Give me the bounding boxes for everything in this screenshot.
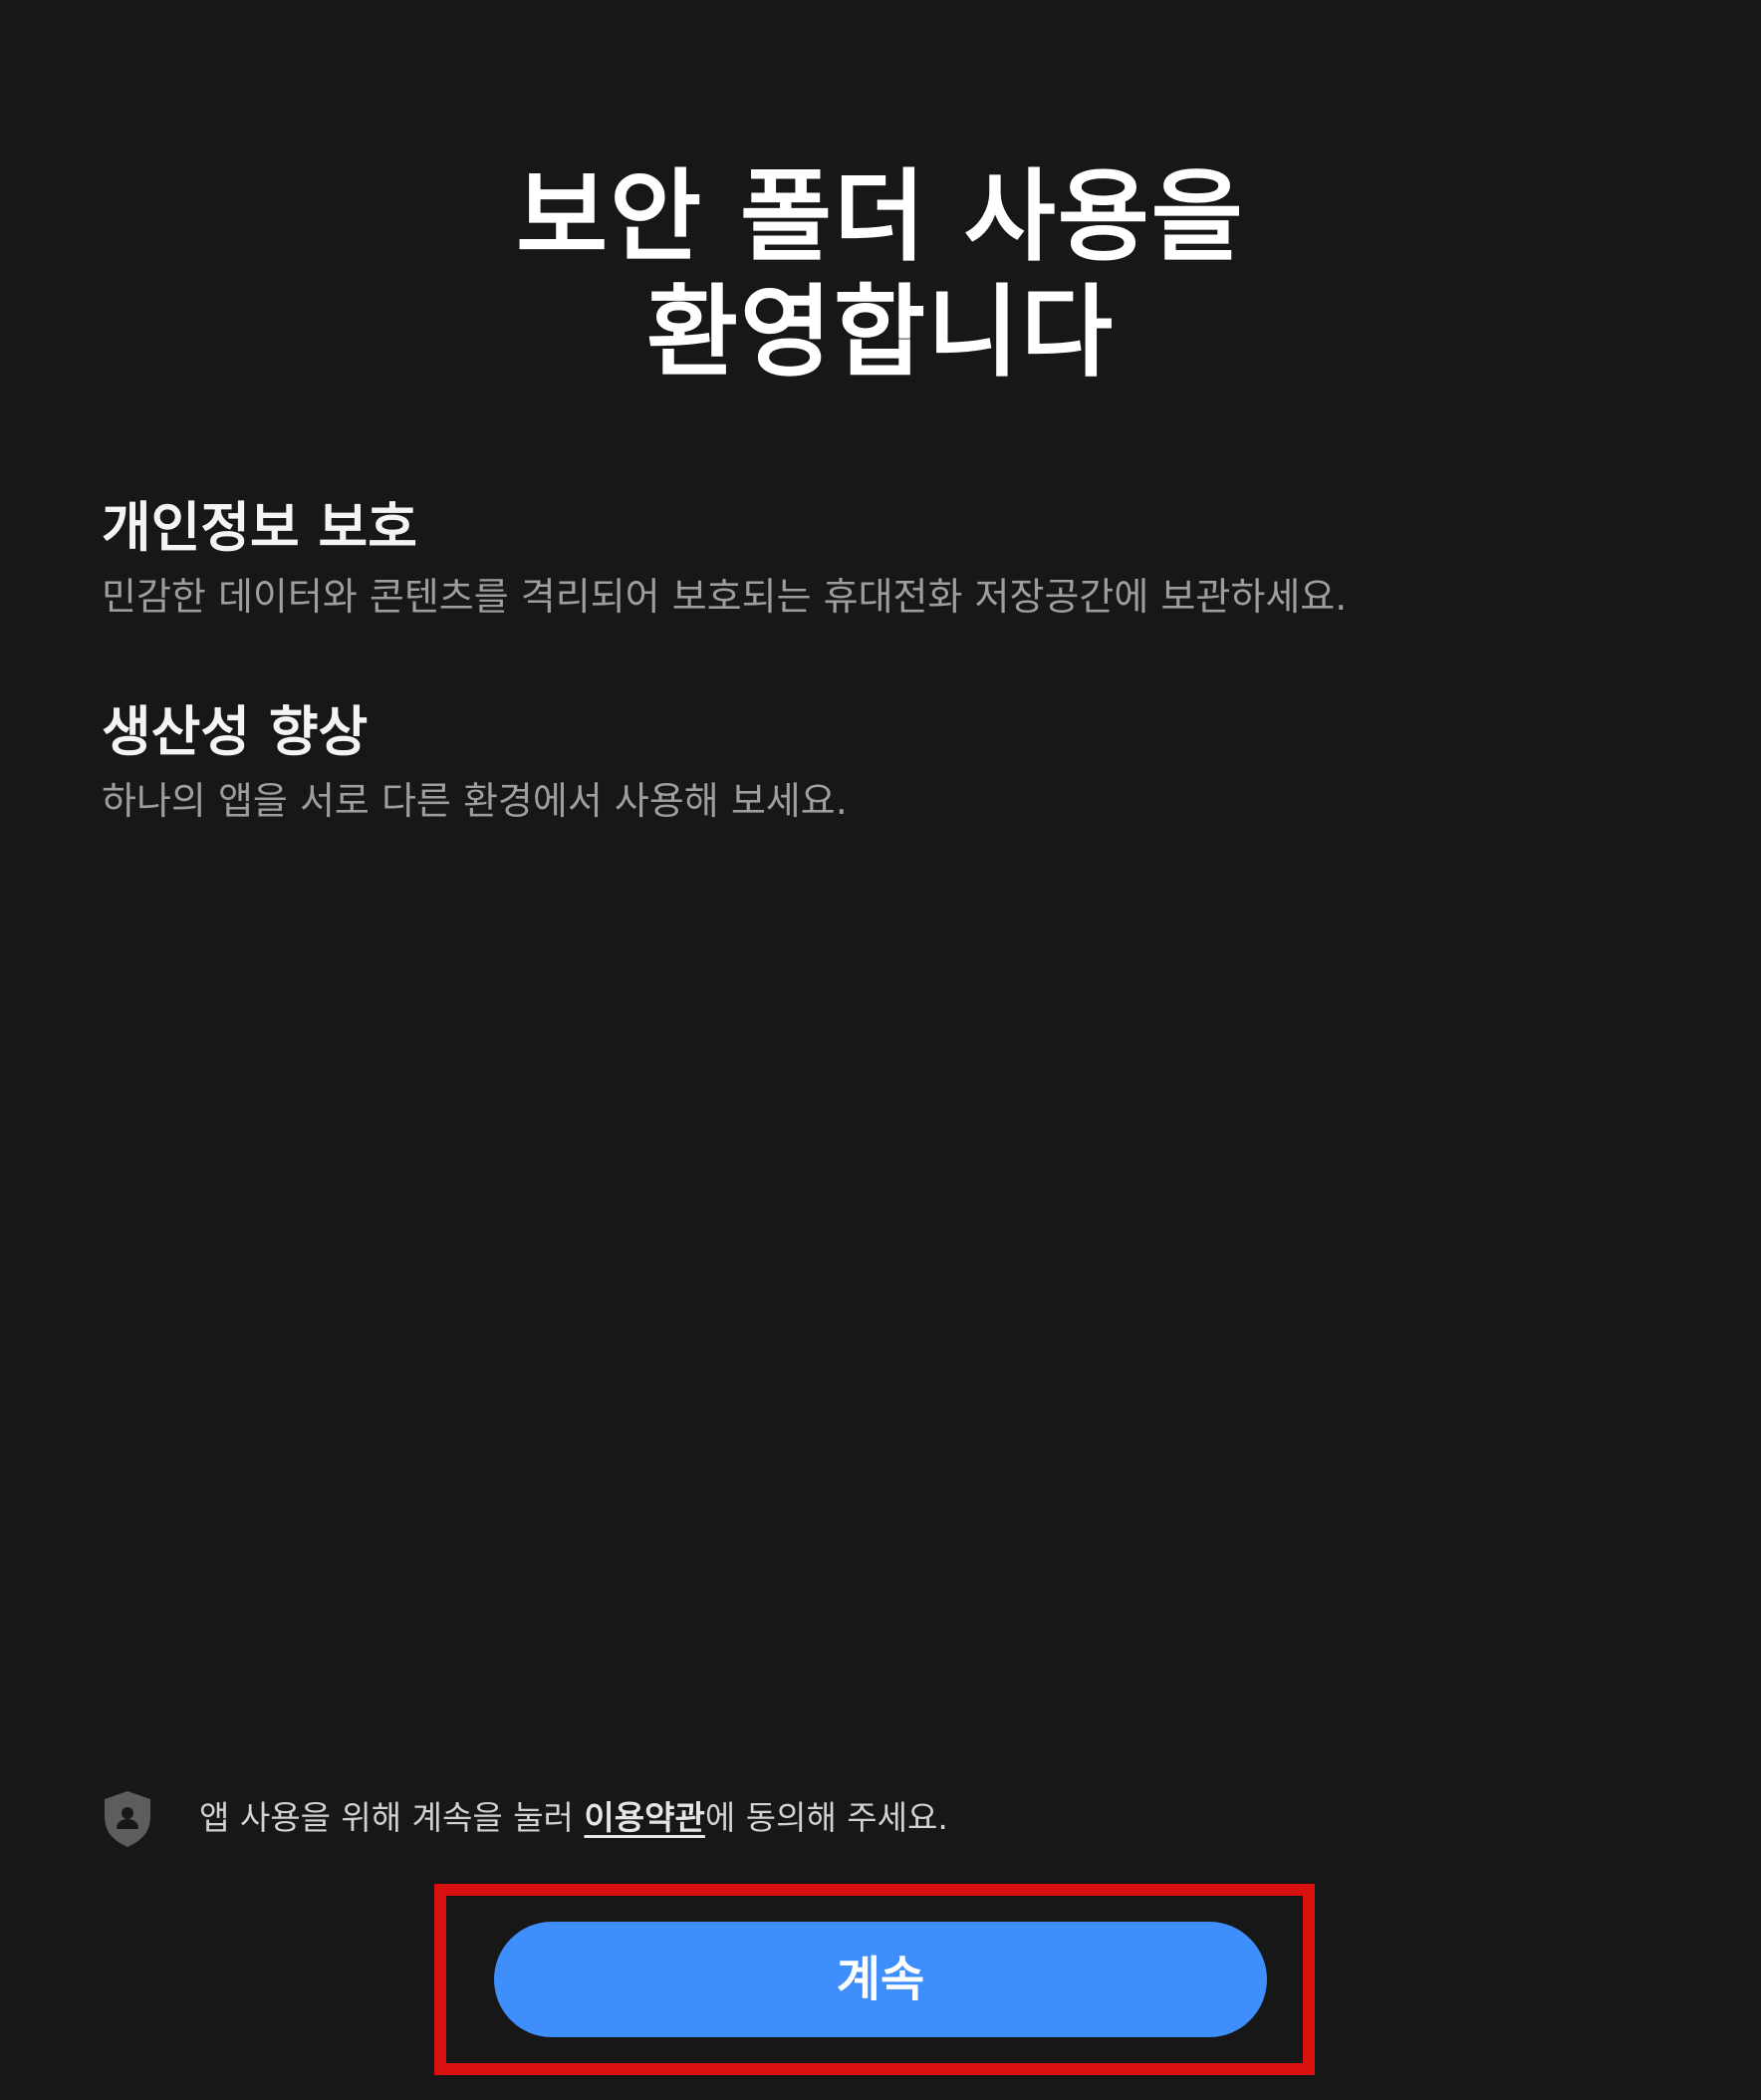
continue-button[interactable]: 계속 — [494, 1922, 1267, 2037]
page-title-line-2: 환영합니다 — [646, 274, 1115, 391]
feature-heading: 개인정보 보호 — [102, 496, 417, 559]
terms-of-use-link[interactable]: 이용약관 — [584, 1798, 704, 1837]
terms-notice-text: 앱 사용을 위해 계속을 눌러 이용약관에 동의해 주세요. — [199, 1793, 948, 1843]
feature-heading: 생산성 향상 — [102, 700, 369, 763]
terms-notice-prefix: 앱 사용을 위해 계속을 눌러 — [199, 1798, 585, 1837]
page-title-line-1: 보안 폴더 사용을 — [516, 158, 1245, 275]
terms-notice: 앱 사용을 위해 계속을 눌러 이용약관에 동의해 주세요. — [102, 1783, 1655, 1853]
feature-description: 하나의 앱을 서로 다른 환경에서 사용해 보세요. — [102, 779, 848, 823]
feature-description: 민감한 데이터와 콘텐츠를 격리되어 보호되는 휴대전화 저장공간에 보관하세요… — [102, 575, 1348, 619]
shield-person-icon — [105, 1791, 150, 1847]
feature-privacy: 개인정보 보호 민감한 데이터와 콘텐츠를 격리되어 보호되는 휴대전화 저장공… — [102, 493, 1655, 625]
page-title: 보안 폴더 사용을 환영합니다 — [0, 159, 1761, 391]
terms-notice-suffix: 에 동의해 주세요. — [704, 1798, 948, 1837]
feature-productivity: 생산성 향상 하나의 앱을 서로 다른 환경에서 사용해 보세요. — [102, 697, 1655, 829]
